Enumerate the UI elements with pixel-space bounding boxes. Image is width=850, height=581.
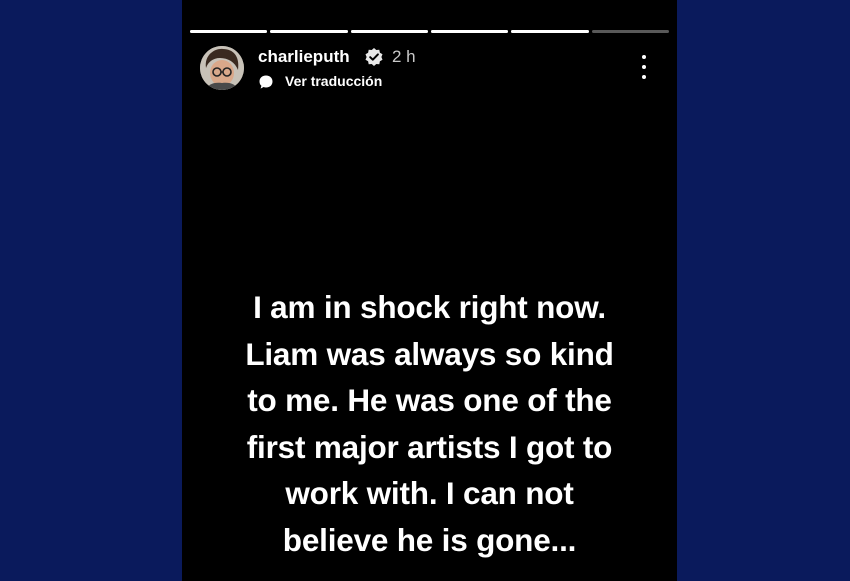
- username[interactable]: charlieputh: [258, 47, 350, 67]
- story-progress-bar: [190, 30, 669, 33]
- story-header: charlieputh 2 h Ver traducción: [200, 44, 659, 92]
- message-line: I am in shock right now.: [253, 289, 606, 325]
- message-line: to me. He was one of the: [247, 382, 612, 418]
- translate-label: Ver traducción: [285, 73, 383, 89]
- post-time: 2 h: [392, 47, 416, 66]
- progress-segment: [350, 30, 428, 33]
- progress-segment: [270, 30, 348, 33]
- more-vertical-icon[interactable]: [639, 54, 649, 80]
- avatar[interactable]: [200, 46, 244, 90]
- verified-badge-icon: [365, 48, 383, 66]
- story-viewer[interactable]: charlieputh 2 h Ver traducción I am in s…: [182, 0, 677, 581]
- progress-segment: [511, 30, 589, 33]
- speech-bubble-icon: [259, 75, 273, 89]
- progress-segment: [591, 30, 669, 33]
- message-line: Liam was always so kind: [245, 335, 614, 372]
- story-message: I am in shock right now. Liam was always…: [202, 284, 657, 563]
- progress-segment: [430, 30, 509, 33]
- progress-segment: [190, 30, 268, 33]
- message-line: work with. I can not: [285, 475, 574, 511]
- message-line: first major artists I got to: [246, 428, 613, 465]
- message-line: believe he is gone...: [282, 521, 577, 558]
